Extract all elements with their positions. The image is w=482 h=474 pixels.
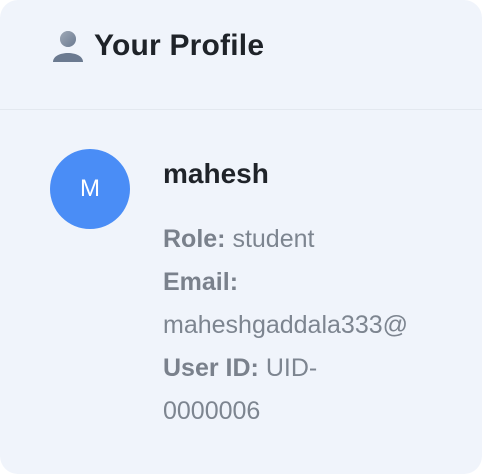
email-label: Email: <box>163 268 239 296</box>
user-icon <box>48 26 88 66</box>
email-field: Email: <box>163 261 433 304</box>
role-field: Role: student <box>163 218 433 261</box>
username: mahesh <box>163 158 269 189</box>
userid-label: User ID: <box>163 354 259 382</box>
profile-card: Your Profile M mahesh Role: student Emai… <box>0 0 482 474</box>
profile-card-body: M mahesh Role: student Email: maheshgadd… <box>0 110 482 474</box>
avatar-initial: M <box>80 175 100 202</box>
userid-value-part1: UID- <box>265 354 318 382</box>
userid-value-part2: 0000006 <box>163 397 261 425</box>
email-value: maheshgaddala333@ <box>163 311 409 339</box>
profile-card-header: Your Profile <box>0 0 482 110</box>
profile-info: mahesh Role: student Email: maheshgaddal… <box>163 156 433 433</box>
role-label: Role: <box>163 225 226 253</box>
page-title: Your Profile <box>94 28 265 62</box>
userid-field: User ID: UID- <box>163 347 433 390</box>
role-value: student <box>232 225 315 253</box>
avatar: M <box>50 149 130 229</box>
